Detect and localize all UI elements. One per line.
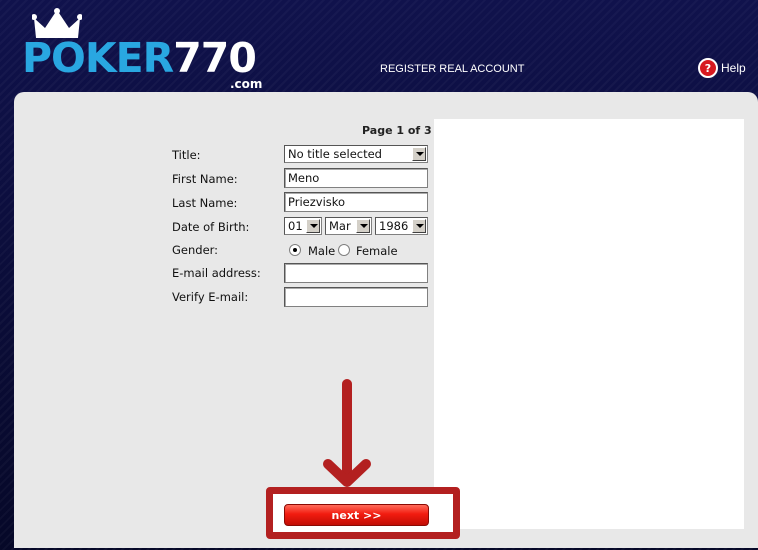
verify-email-label: Verify E-mail: bbox=[172, 290, 249, 304]
gender-male-radio[interactable] bbox=[289, 244, 301, 256]
email-input[interactable] bbox=[284, 263, 428, 283]
dob-month-select[interactable]: Mar bbox=[325, 217, 372, 235]
help-link[interactable]: ? Help bbox=[698, 58, 746, 78]
help-icon: ? bbox=[698, 58, 718, 78]
dob-year-value: 1986 bbox=[379, 219, 409, 233]
title-label: Title: bbox=[172, 148, 201, 162]
gender-female-radio[interactable] bbox=[338, 244, 350, 256]
chevron-down-icon[interactable] bbox=[306, 219, 320, 233]
logo-wordmark: POKER770 bbox=[22, 34, 257, 82]
chevron-down-icon[interactable] bbox=[356, 219, 370, 233]
first-name-input[interactable]: Meno bbox=[284, 168, 428, 188]
dob-year-select[interactable]: 1986 bbox=[375, 217, 428, 235]
title-select[interactable]: No title selected bbox=[284, 145, 428, 163]
logo-poker-text: POKER bbox=[22, 34, 174, 82]
register-real-account-link[interactable]: REGISTER REAL ACCOUNT bbox=[380, 63, 524, 76]
last-name-label: Last Name: bbox=[172, 196, 238, 210]
email-label: E-mail address: bbox=[172, 266, 261, 280]
title-select-value: No title selected bbox=[288, 147, 382, 161]
poker770-logo[interactable]: POKER770 .com bbox=[22, 8, 272, 91]
page-indicator: Page 1 of 3 bbox=[362, 124, 432, 137]
down-arrow-annotation-icon bbox=[323, 379, 371, 487]
logo-dotcom-text: .com bbox=[230, 77, 263, 91]
next-button[interactable]: next >> bbox=[284, 504, 429, 526]
verify-email-input[interactable] bbox=[284, 287, 428, 307]
side-content-area bbox=[434, 119, 744, 529]
dob-day-select[interactable]: 01 bbox=[284, 217, 322, 235]
chevron-down-icon[interactable] bbox=[412, 147, 426, 161]
logo-number-text: 770 bbox=[173, 34, 257, 82]
chevron-down-icon[interactable] bbox=[412, 219, 426, 233]
date-of-birth-label: Date of Birth: bbox=[172, 220, 250, 234]
last-name-input[interactable]: Priezvisko bbox=[284, 192, 428, 212]
dob-day-value: 01 bbox=[288, 219, 303, 233]
first-name-label: First Name: bbox=[172, 172, 238, 186]
help-label: Help bbox=[721, 61, 746, 75]
dob-month-value: Mar bbox=[329, 219, 351, 233]
gender-label: Gender: bbox=[172, 243, 219, 257]
gender-male-label: Male bbox=[308, 244, 336, 258]
gender-female-label: Female bbox=[356, 244, 398, 258]
header: POKER770 .com REGISTER REAL ACCOUNT ? He… bbox=[0, 0, 758, 92]
